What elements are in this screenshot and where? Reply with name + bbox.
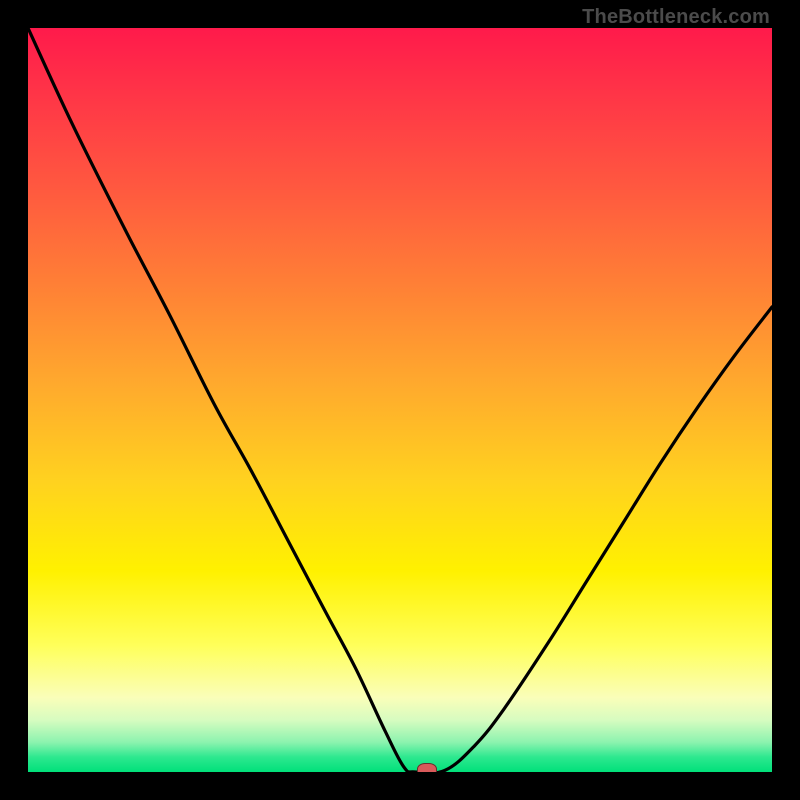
plot-area bbox=[28, 28, 772, 772]
chart-stage: TheBottleneck.com bbox=[0, 0, 800, 800]
bottleneck-curve bbox=[28, 28, 772, 772]
watermark-text: TheBottleneck.com bbox=[582, 6, 770, 29]
optimum-marker bbox=[417, 763, 437, 772]
